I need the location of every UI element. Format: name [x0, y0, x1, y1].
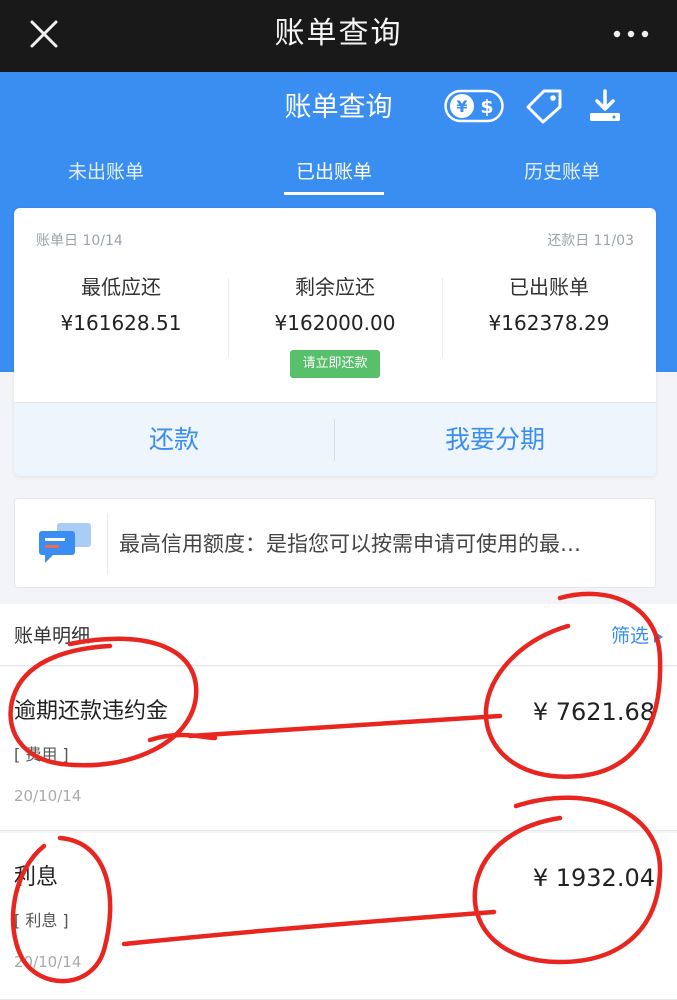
item-amount: ¥ 7621.68 [532, 698, 655, 726]
top-bar-title: 账单查询 [274, 16, 403, 51]
repay-button[interactable]: 还款 [14, 403, 334, 476]
credit-limit-notice[interactable]: 最高信用额度：是指您可以按需申请可使用的最… [14, 498, 656, 588]
tag-icon[interactable] [524, 88, 564, 124]
item-date: 20/10/14 [14, 953, 82, 971]
item-category: [ 利息 ] [14, 911, 69, 930]
tab-history[interactable]: 历史账单 [482, 154, 642, 190]
list-item[interactable]: 逾期还款违约金 [ 费用 ] 20/10/14 ¥ 7621.68 [0, 667, 677, 831]
minimum-payment-value: ¥161628.51 [60, 311, 182, 335]
item-amount: ¥ 1932.04 [532, 864, 655, 892]
top-bar: 账单查询 [0, 0, 677, 72]
page-title: 账单查询 [284, 92, 393, 123]
item-date: 20/10/14 [14, 787, 82, 805]
notice-text: 最高信用额度：是指您可以按需申请可使用的最… [119, 532, 581, 556]
minimum-payment-label: 最低应还 [81, 275, 161, 299]
minimum-payment: 最低应还 ¥161628.51 [14, 270, 228, 342]
installment-button[interactable]: 我要分期 [334, 403, 656, 476]
chat-bubble-icon [39, 523, 91, 563]
tab-unbilled[interactable]: 未出账单 [26, 154, 186, 190]
item-category: [ 费用 ] [14, 745, 69, 764]
bill-summary-card: 账单日 10/14 还款日 11/03 最低应还 ¥161628.51 剩余应还… [14, 208, 656, 476]
download-icon[interactable] [585, 88, 625, 124]
pay-now-badge[interactable]: 请立即还款 [290, 350, 380, 378]
remaining-payment-value: ¥162000.00 [274, 311, 396, 335]
list-item[interactable]: 利息 [ 利息 ] 20/10/14 ¥ 1932.04 [0, 833, 677, 1000]
currency-switch-icon[interactable]: ¥ $ [444, 88, 504, 124]
billed-amount-label: 已出账单 [509, 275, 589, 299]
tab-billed[interactable]: 已出账单 [254, 154, 414, 190]
bill-details-header: 账单明细 筛选 [0, 604, 677, 666]
card-actions: 还款 我要分期 [14, 402, 656, 476]
due-date: 还款日 11/03 [547, 233, 634, 249]
billed-amount: 已出账单 ¥162378.29 [442, 270, 656, 342]
more-icon[interactable] [611, 24, 651, 44]
svg-text:$: $ [480, 96, 493, 118]
remaining-payment: 剩余应还 ¥162000.00 [228, 270, 442, 342]
item-name: 利息 [14, 865, 59, 890]
filter-link[interactable]: 筛选 [611, 620, 649, 652]
bill-tabs: 未出账单 已出账单 历史账单 [0, 154, 677, 195]
caret-right-icon[interactable] [653, 631, 663, 643]
remaining-payment-label: 剩余应还 [295, 275, 375, 299]
bill-date: 账单日 10/14 [36, 233, 123, 249]
billed-amount-value: ¥162378.29 [488, 311, 610, 335]
svg-text:¥: ¥ [456, 97, 467, 116]
active-tab-indicator [284, 192, 384, 195]
item-name: 逾期还款违约金 [14, 699, 169, 724]
bill-details-title: 账单明细 [14, 625, 91, 647]
notice-divider [107, 513, 108, 575]
